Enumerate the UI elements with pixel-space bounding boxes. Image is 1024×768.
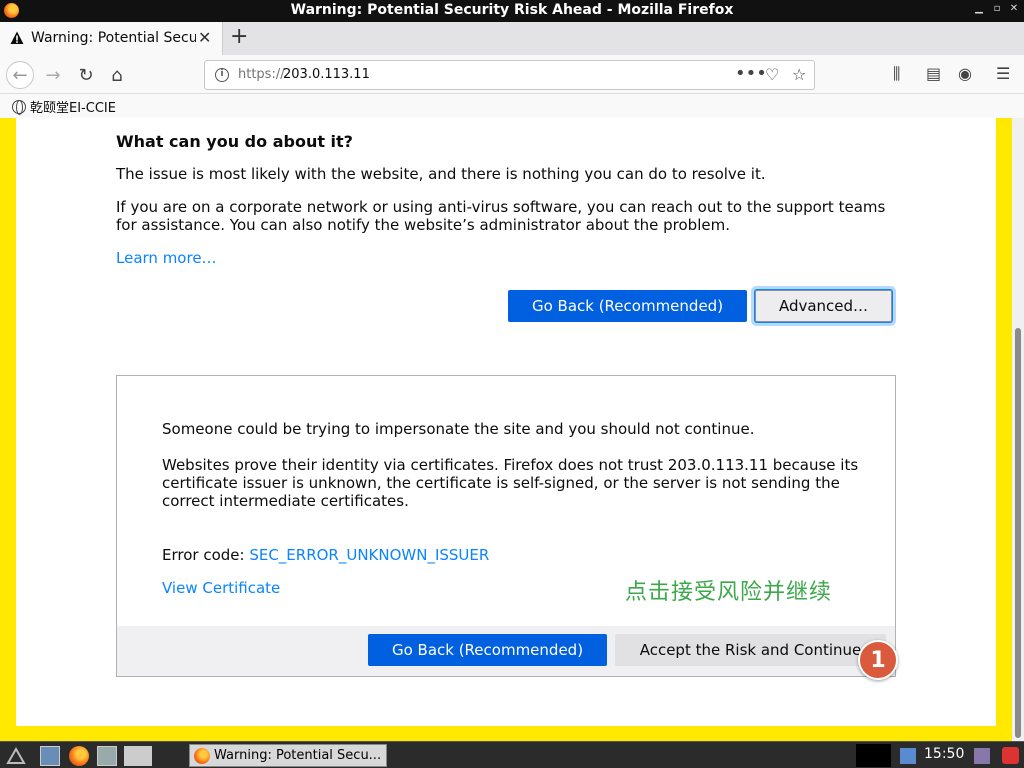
scrollbar-thumb[interactable]: [1015, 328, 1021, 738]
issue-paragraph: The issue is most likely with the websit…: [116, 165, 766, 183]
tab-label: Warning: Potential Security Risk Ahead: [31, 30, 196, 46]
page-heading: What can you do about it?: [116, 132, 353, 151]
advanced-button[interactable]: Advanced…: [755, 290, 892, 322]
bookmark-star-icon[interactable]: ☆: [792, 65, 806, 84]
pocket-icon[interactable]: ♡: [765, 65, 779, 84]
view-certificate-link[interactable]: View Certificate: [162, 579, 280, 597]
info-icon[interactable]: i: [215, 68, 229, 82]
screen-icon[interactable]: [974, 748, 990, 764]
workspace-icon[interactable]: [124, 746, 152, 766]
home-icon[interactable]: ⌂: [103, 61, 131, 89]
learn-more-link[interactable]: Learn more…: [116, 249, 217, 267]
tray-area: [856, 744, 891, 767]
reload-icon[interactable]: ↻: [72, 61, 100, 89]
close-tab-icon[interactable]: ✕: [198, 28, 211, 47]
window-title: Warning: Potential Security Risk Ahead -…: [290, 2, 734, 18]
advanced-footer: Go Back (Recommended) Accept the Risk an…: [117, 626, 895, 676]
taskbar: Warning: Potential Secu... 15:50: [0, 741, 1024, 768]
annotation-badge: 1: [858, 640, 898, 680]
maximize-icon[interactable]: ▫: [990, 3, 1004, 14]
tab-warning[interactable]: Warning: Potential Security Risk Ahead ✕: [0, 22, 223, 55]
url-host: 203.0.113.11: [283, 67, 370, 82]
network-icon[interactable]: [900, 748, 916, 764]
firefox-icon: [194, 747, 210, 764]
minimize-icon[interactable]: ▁: [972, 3, 986, 14]
error-panel: What can you do about it? The issue is m…: [16, 118, 996, 726]
certificate-explanation: Websites prove their identity via certif…: [162, 456, 859, 510]
clock: 15:50: [924, 746, 965, 762]
forward-icon[interactable]: →: [39, 61, 67, 89]
taskbar-task-firefox[interactable]: Warning: Potential Secu...: [189, 744, 387, 767]
window-titlebar: Warning: Potential Security Risk Ahead -…: [0, 0, 1024, 22]
go-back-button-secondary[interactable]: Go Back (Recommended): [368, 634, 607, 666]
page-actions-icon[interactable]: •••: [735, 63, 767, 84]
globe-icon: [12, 99, 26, 115]
advanced-panel: Someone could be trying to impersonate t…: [116, 375, 896, 677]
account-icon[interactable]: ◉: [958, 64, 972, 83]
impersonate-text: Someone could be trying to impersonate t…: [162, 420, 755, 438]
library-icon[interactable]: ⫼: [893, 64, 900, 84]
task-label: Warning: Potential Secu...: [214, 748, 382, 763]
error-code-label: Error code:: [162, 546, 250, 564]
sidebar-icon[interactable]: ▤: [926, 64, 941, 83]
tab-strip: Warning: Potential Security Risk Ahead ✕…: [0, 22, 1024, 55]
new-tab-icon[interactable]: +: [230, 24, 248, 49]
navigation-bar: ← → ↻ ⌂ i https:// 203.0.113.11 ••• ♡ ☆ …: [0, 55, 1024, 94]
start-menu-icon[interactable]: [6, 746, 26, 766]
error-code-link[interactable]: SEC_ERROR_UNKNOWN_ISSUER: [249, 546, 489, 564]
scrollbar[interactable]: [1012, 118, 1024, 741]
menu-icon[interactable]: ☰: [996, 64, 1010, 83]
firefox-launcher-icon[interactable]: [69, 746, 89, 766]
close-window-icon[interactable]: ✕: [1007, 3, 1021, 14]
go-back-button[interactable]: Go Back (Recommended): [508, 290, 747, 322]
corporate-paragraph: If you are on a corporate network or usi…: [116, 198, 886, 234]
error-code-line: Error code: SEC_ERROR_UNKNOWN_ISSUER: [162, 546, 862, 564]
back-icon[interactable]: ←: [6, 61, 34, 89]
bookmarks-bar: 乾颐堂EI-CCIE: [0, 94, 1024, 118]
terminal-icon[interactable]: [97, 746, 117, 766]
warning-icon: [10, 31, 24, 44]
url-bar[interactable]: i https:// 203.0.113.11 ••• ♡ ☆: [204, 60, 815, 90]
page-content: What can you do about it? The issue is m…: [0, 118, 1024, 741]
annotation-text: 点击接受风险并继续: [625, 580, 833, 605]
desktop-icon[interactable]: [40, 746, 60, 766]
bookmark-item[interactable]: 乾颐堂EI-CCIE: [12, 97, 116, 116]
bookmark-label: 乾颐堂EI-CCIE: [30, 101, 116, 116]
power-icon[interactable]: [1002, 747, 1019, 764]
url-scheme: https://: [238, 67, 285, 82]
accept-risk-button[interactable]: Accept the Risk and Continue: [615, 634, 886, 666]
